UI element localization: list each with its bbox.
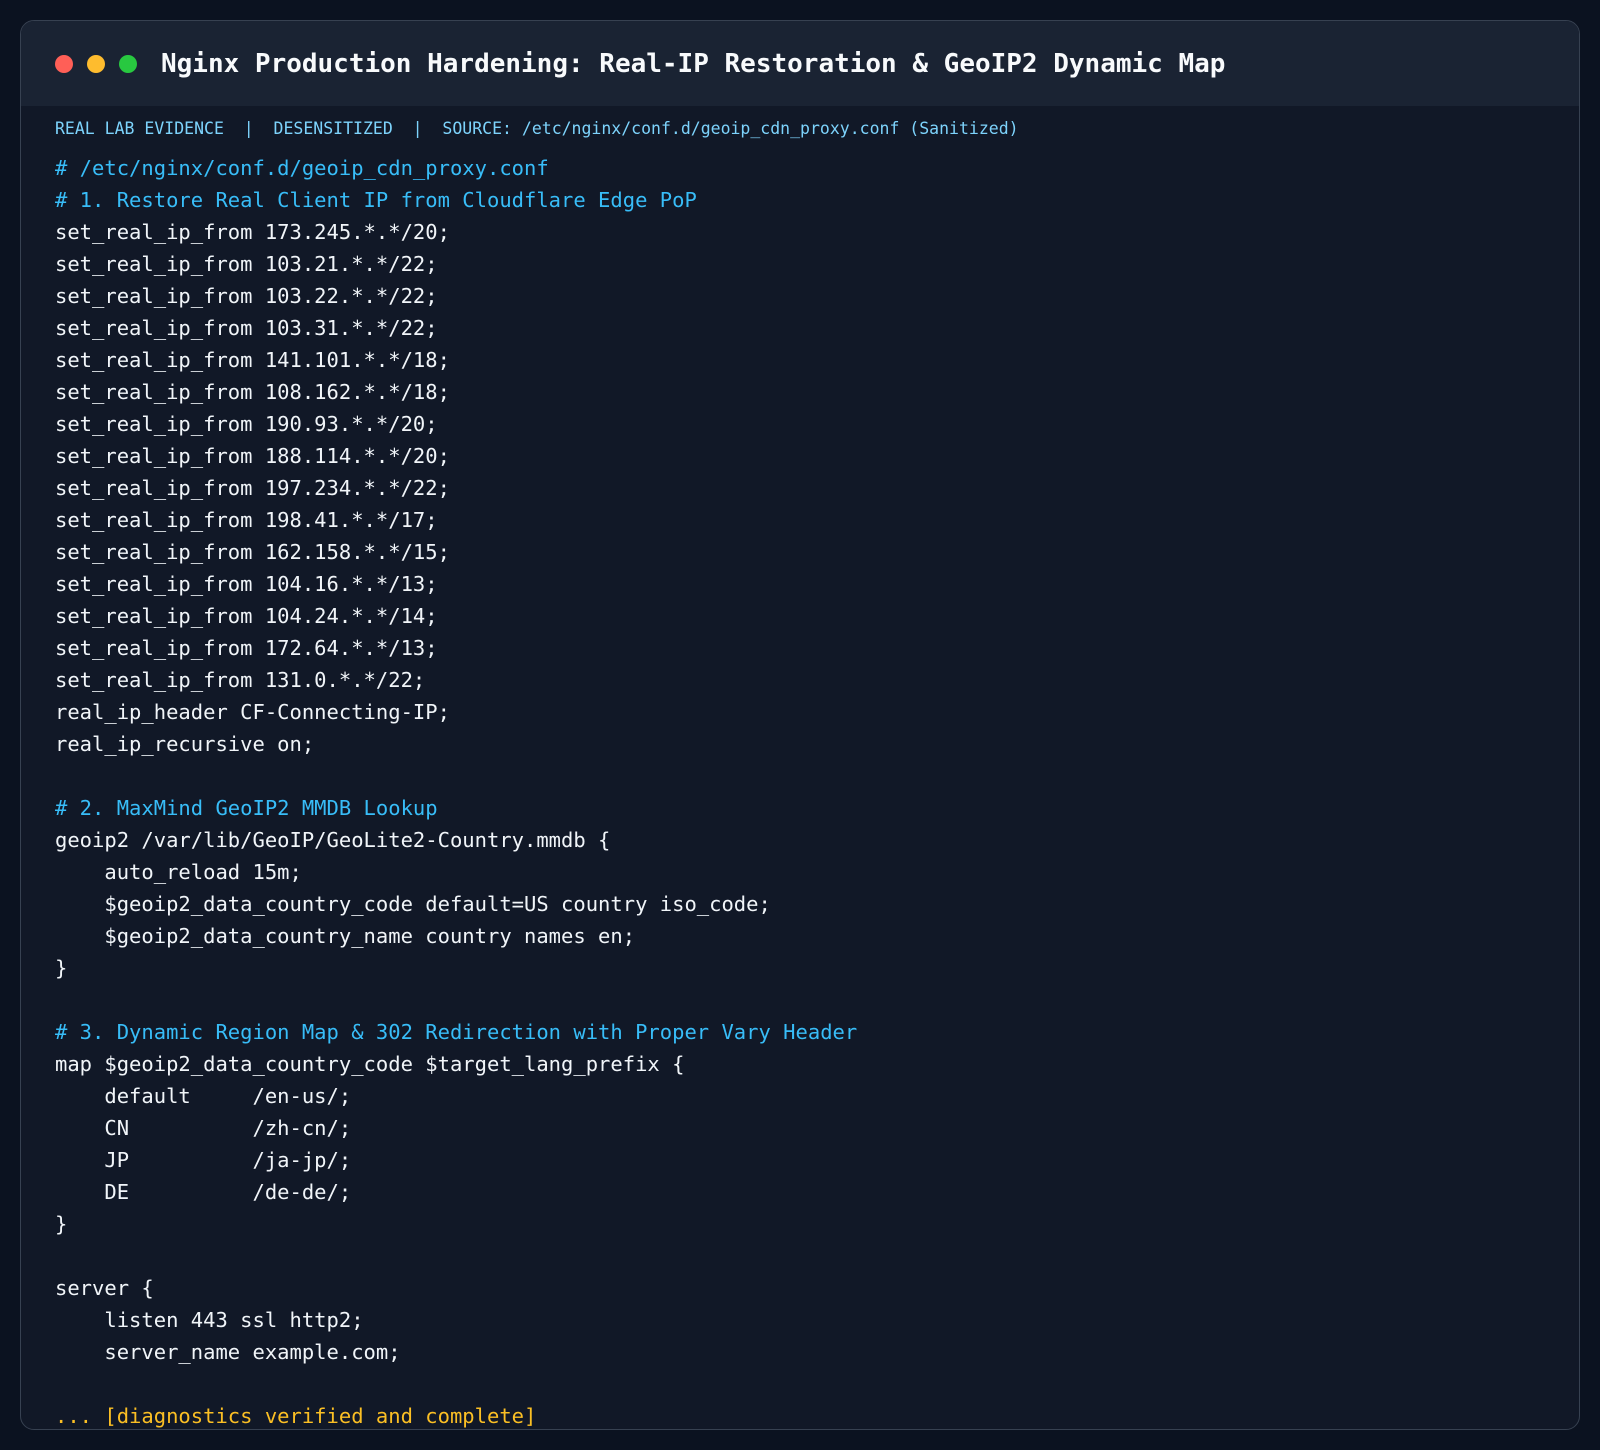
- code-line: set_real_ip_from 172.64.*.*/13;: [55, 636, 438, 660]
- code-line: JP /ja-jp/;: [55, 1148, 352, 1172]
- code-line: server {: [55, 1276, 154, 1300]
- code-line: set_real_ip_from 104.16.*.*/13;: [55, 572, 438, 596]
- evidence-meta-line: REAL LAB EVIDENCE | DESENSITIZED | SOURC…: [55, 119, 1019, 138]
- code-line: server_name example.com;: [55, 1340, 401, 1364]
- code-line: set_real_ip_from 131.0.*.*/22;: [55, 668, 426, 692]
- code-line: set_real_ip_from 141.101.*.*/18;: [55, 348, 450, 372]
- code-line: DE /de-de/;: [55, 1180, 352, 1204]
- close-button[interactable]: [55, 54, 73, 73]
- config-code-block: # /etc/nginx/conf.d/geoip_cdn_proxy.conf…: [55, 152, 1579, 1429]
- code-line: $geoip2_data_country_code default=US cou…: [55, 892, 771, 916]
- code-line: set_real_ip_from 162.158.*.*/15;: [55, 540, 450, 564]
- window-titlebar: Nginx Production Hardening: Real-IP Rest…: [21, 21, 1579, 106]
- code-line: listen 443 ssl http2;: [55, 1308, 364, 1332]
- maximize-button[interactable]: [119, 54, 137, 73]
- code-line: set_real_ip_from 197.234.*.*/22;: [55, 476, 450, 500]
- code-line: $geoip2_data_country_name country names …: [55, 924, 636, 948]
- code-line: geoip2 /var/lib/GeoIP/GeoLite2-Country.m…: [55, 828, 611, 852]
- code-line: set_real_ip_from 104.24.*.*/14;: [55, 604, 438, 628]
- window-title: Nginx Production Hardening: Real-IP Rest…: [161, 48, 1226, 79]
- code-line: set_real_ip_from 198.41.*.*/17;: [55, 508, 438, 532]
- minimize-button[interactable]: [87, 54, 105, 73]
- code-line: set_real_ip_from 173.245.*.*/20;: [55, 220, 450, 244]
- code-comment-line: # /etc/nginx/conf.d/geoip_cdn_proxy.conf: [55, 156, 549, 180]
- code-line: set_real_ip_from 103.21.*.*/22;: [55, 252, 438, 276]
- code-line: set_real_ip_from 190.93.*.*/20;: [55, 412, 438, 436]
- code-line: set_real_ip_from 103.22.*.*/22;: [55, 284, 438, 308]
- terminal-content: REAL LAB EVIDENCE | DESENSITIZED | SOURC…: [21, 106, 1579, 1429]
- code-line: auto_reload 15m;: [55, 860, 302, 884]
- code-line: set_real_ip_from 188.114.*.*/20;: [55, 444, 450, 468]
- code-line: default /en-us/;: [55, 1084, 352, 1108]
- code-line: real_ip_header CF-Connecting-IP;: [55, 700, 450, 724]
- code-line: set_real_ip_from 108.162.*.*/18;: [55, 380, 450, 404]
- code-line: CN /zh-cn/;: [55, 1116, 352, 1140]
- code-line: set_real_ip_from 103.31.*.*/22;: [55, 316, 438, 340]
- code-comment-line: # 1. Restore Real Client IP from Cloudfl…: [55, 188, 697, 212]
- code-line: }: [55, 1212, 68, 1236]
- status-line: ... [diagnostics verified and complete]: [55, 1404, 537, 1428]
- code-line: map $geoip2_data_country_code $target_la…: [55, 1052, 685, 1076]
- code-comment-line: # 2. MaxMind GeoIP2 MMDB Lookup: [55, 796, 438, 820]
- code-line: }: [55, 956, 68, 980]
- terminal-window: Nginx Production Hardening: Real-IP Rest…: [20, 20, 1580, 1430]
- code-comment-line: # 3. Dynamic Region Map & 302 Redirectio…: [55, 1020, 858, 1044]
- code-line: real_ip_recursive on;: [55, 732, 315, 756]
